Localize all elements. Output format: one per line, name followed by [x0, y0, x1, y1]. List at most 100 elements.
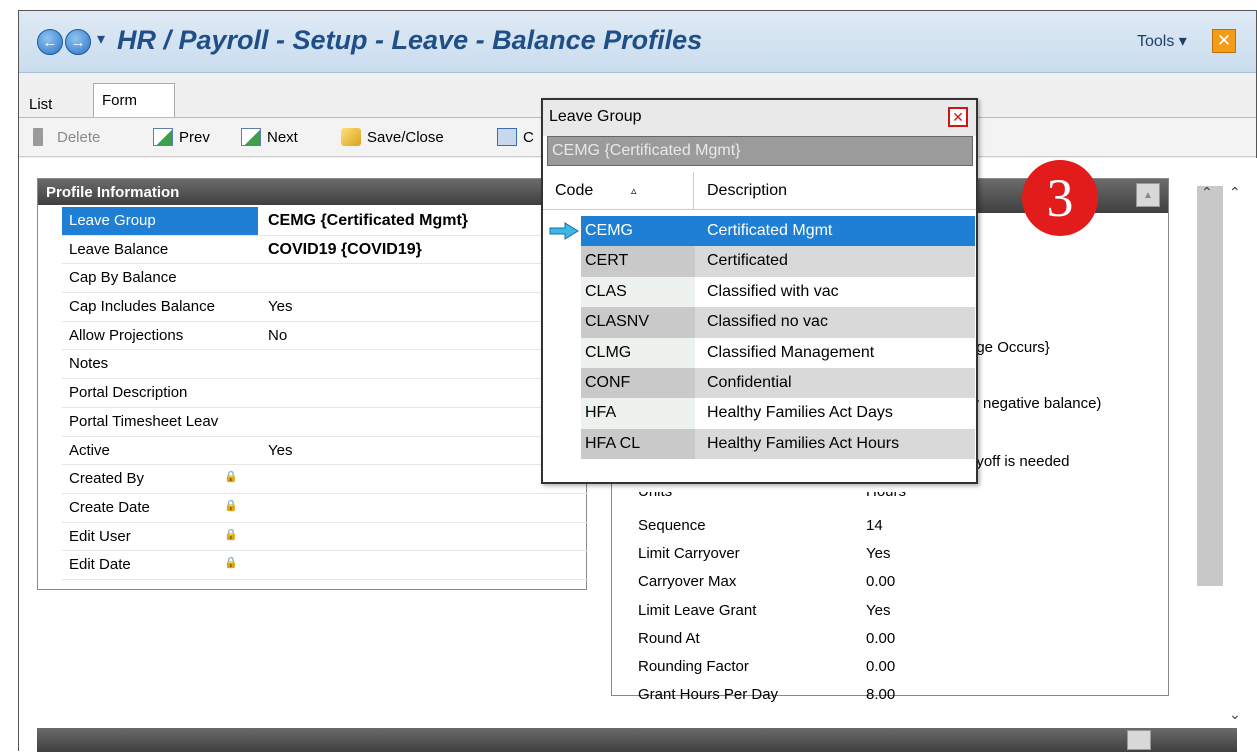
property-value[interactable] [262, 379, 274, 407]
property-label: Notes [69, 355, 109, 373]
property-label: Active [69, 441, 110, 459]
leave-group-option[interactable]: CLASNV Classified no vac [543, 307, 976, 338]
leave-group-option[interactable]: HFA Healthy Families Act Days [543, 398, 976, 429]
next-record-icon [241, 128, 261, 146]
property-row[interactable]: Portal Description [62, 379, 588, 408]
delete-label: Delete [57, 128, 101, 146]
tab-form[interactable]: Form [93, 83, 175, 117]
property-row[interactable]: Cap Includes Balance Yes [62, 293, 588, 322]
property-row[interactable]: Edit User 🔒 [62, 523, 588, 552]
column-divider[interactable] [693, 172, 694, 210]
current-row-arrow-icon [549, 222, 579, 240]
property-label: Leave Balance [69, 240, 169, 258]
tab-list[interactable]: List [21, 91, 60, 117]
property-value[interactable] [262, 264, 274, 292]
detail-value: 0.00 [866, 629, 896, 647]
forward-button[interactable]: → [65, 29, 91, 55]
save-close-icon [341, 128, 361, 146]
detail-row[interactable]: Limit Leave Grant Yes [638, 598, 1158, 626]
prev-button[interactable]: Prev [153, 128, 210, 146]
detail-row[interactable]: Carryover Max 0.00 [638, 569, 1158, 597]
detail-row[interactable]: Rounding Factor 0.00 [638, 654, 1158, 682]
partial-text: w negative balance) [968, 395, 1102, 412]
scroll-up-outer-icon[interactable]: ⌃ [1229, 184, 1241, 201]
property-label: Portal Timesheet Leav [69, 412, 219, 430]
trash-icon [33, 128, 43, 146]
toolbar-extra-button[interactable]: C [497, 128, 534, 146]
option-code: HFA CL [581, 428, 695, 460]
title-menu-chevron-icon[interactable]: ▾ [97, 29, 105, 49]
leave-group-option[interactable]: CERT Certificated [543, 246, 976, 277]
detail-value: 8.00 [866, 686, 896, 704]
vertical-scrollbar[interactable] [1197, 186, 1223, 586]
prev-label: Prev [179, 128, 210, 146]
column-header-code[interactable]: Code [555, 182, 593, 200]
popup-close-button[interactable]: ✕ [948, 107, 968, 127]
detail-row[interactable]: Limit Carryover Yes [638, 541, 1158, 569]
property-row[interactable]: Create Date 🔒 [62, 494, 588, 523]
tools-menu[interactable]: Tools ▾ [1137, 31, 1187, 51]
page-title: HR / Payroll - Setup - Leave - Balance P… [117, 25, 703, 55]
property-value[interactable]: COVID19 {COVID19} [262, 236, 428, 264]
partial-text: nge Occurs} [968, 339, 1050, 356]
property-value[interactable] [262, 523, 274, 551]
property-value[interactable] [262, 350, 274, 378]
scroll-up-icon[interactable]: ⌃ [1201, 184, 1213, 201]
save-close-button[interactable]: Save/Close [341, 128, 444, 146]
profile-information-panel: Profile Information Leave Group CEMG {Cer… [37, 178, 588, 590]
property-row[interactable]: Allow Projections No [62, 322, 588, 351]
leave-group-option[interactable]: HFA CL Healthy Families Act Hours [543, 428, 976, 460]
units-label: Units [638, 483, 673, 500]
property-value[interactable] [262, 465, 274, 493]
column-header-description[interactable]: Description [707, 182, 787, 200]
lock-icon: 🔒 [224, 528, 238, 541]
property-value[interactable] [262, 551, 274, 579]
property-row[interactable]: Portal Timesheet Leav [62, 408, 588, 437]
property-row[interactable]: Notes [62, 350, 588, 380]
popup-title: Leave Group [543, 100, 976, 136]
property-label: Cap Includes Balance [69, 298, 215, 316]
property-row[interactable]: Edit Date 🔒 [62, 551, 588, 580]
property-value[interactable]: Yes [262, 293, 298, 321]
window-close-button[interactable]: ✕ [1212, 29, 1236, 53]
toolbar-extra-label: C [523, 128, 534, 146]
popup-search-input[interactable] [547, 136, 973, 166]
detail-value: Yes [866, 601, 891, 619]
expand-button[interactable] [1127, 730, 1151, 750]
detail-label: Sequence [638, 517, 706, 534]
detail-label: Limit Carryover [638, 545, 740, 563]
detail-row[interactable]: Round At 0.00 [638, 626, 1158, 654]
option-code: CLASNV [581, 307, 695, 338]
option-description: Confidential [695, 367, 975, 399]
property-value[interactable]: CEMG {Certificated Mgmt} [262, 207, 474, 235]
property-row[interactable]: Created By 🔒 [62, 465, 588, 494]
property-row[interactable]: Leave Balance COVID19 {COVID19} [62, 236, 588, 265]
delete-button[interactable]: Delete [33, 128, 100, 146]
leave-group-option[interactable]: CLAS Classified with vac [543, 276, 976, 308]
option-code: CERT [581, 246, 695, 277]
property-label: Leave Group [62, 207, 258, 235]
detail-label: Limit Leave Grant [638, 601, 757, 619]
prev-record-icon [153, 128, 173, 146]
detail-row[interactable]: Sequence 14 [638, 513, 1158, 541]
detail-row[interactable]: Grant Hours Per Day 8.00 [638, 682, 1158, 710]
popup-grid-header: Code ▵ Description [543, 172, 976, 210]
property-row[interactable]: Cap By Balance [62, 264, 588, 294]
scroll-down-icon[interactable]: ⌄ [1229, 706, 1241, 723]
property-value[interactable] [262, 408, 274, 436]
property-value[interactable]: Yes [262, 437, 298, 465]
property-row[interactable]: Leave Group CEMG {Certificated Mgmt} [62, 207, 588, 236]
property-value[interactable]: No [262, 322, 293, 350]
collapse-button[interactable]: ▲ [1136, 183, 1160, 207]
option-code: CLAS [581, 276, 695, 308]
collapsed-panel-header [37, 728, 1237, 752]
property-value[interactable] [262, 494, 274, 522]
next-button[interactable]: Next [241, 128, 298, 146]
option-description: Healthy Families Act Days [707, 404, 893, 422]
leave-group-option[interactable]: CEMG Certificated Mgmt [543, 216, 976, 247]
leave-group-option[interactable]: CLMG Classified Management [543, 337, 976, 368]
detail-value: Yes [866, 545, 891, 563]
back-button[interactable]: ← [37, 29, 63, 55]
leave-group-option[interactable]: CONF Confidential [543, 367, 976, 399]
property-row[interactable]: Active Yes [62, 437, 588, 466]
